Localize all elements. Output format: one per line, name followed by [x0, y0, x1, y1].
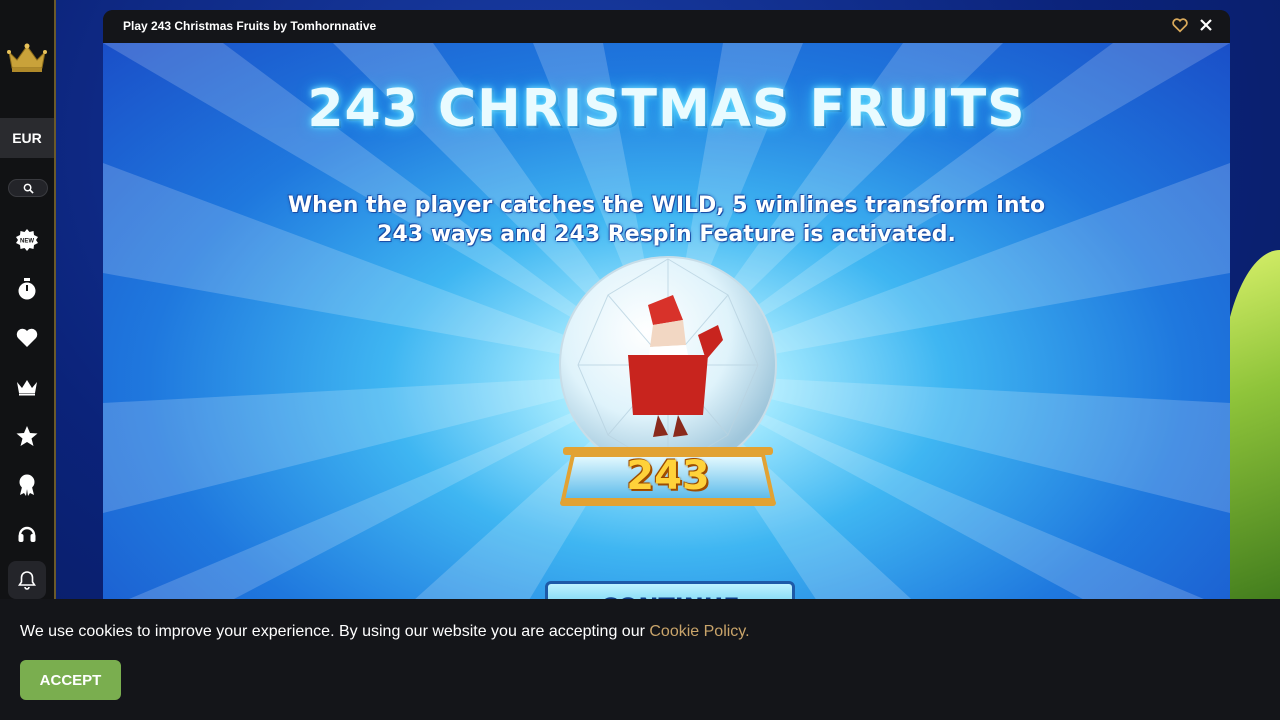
stopwatch-icon: [18, 278, 36, 300]
currency-selector[interactable]: EUR: [0, 118, 54, 158]
headset-icon: [18, 526, 36, 542]
sidebar-item-new[interactable]: NEW: [14, 227, 40, 253]
crown-icon: [17, 380, 37, 396]
search-icon: [23, 183, 34, 194]
cookie-policy-link[interactable]: Cookie Policy.: [649, 623, 749, 640]
close-button[interactable]: [1199, 18, 1217, 36]
sidebar-item-top[interactable]: [14, 423, 40, 449]
description-line-1: When the player catches the WILD, 5 winl…: [287, 193, 1046, 218]
heart-outline-icon: [1172, 18, 1188, 33]
game-modal: Play 243 Christmas Fruits by Tomhornnati…: [103, 10, 1230, 610]
sidebar-item-favorites[interactable]: [14, 325, 40, 351]
modal-header: Play 243 Christmas Fruits by Tomhornnati…: [103, 10, 1230, 43]
game-description: When the player catches the WILD, 5 winl…: [273, 191, 1060, 249]
crown-logo-icon[interactable]: [7, 42, 47, 74]
star-icon: [16, 426, 38, 446]
close-icon: [1200, 19, 1212, 31]
modal-title: Play 243 Christmas Fruits by Tomhornnati…: [123, 19, 377, 33]
award-ribbon-icon: [19, 474, 35, 496]
sidebar-item-support[interactable]: [14, 521, 40, 547]
bell-icon: [18, 571, 36, 590]
cookie-text: We use cookies to improve your experienc…: [20, 623, 650, 640]
cookie-message: We use cookies to improve your experienc…: [20, 623, 750, 641]
globe-number: 243: [626, 453, 710, 499]
game-canvas[interactable]: 243 CHRISTMAS FRUITS When the player cat…: [103, 43, 1230, 610]
description-line-2: 243 ways and 243 Respin Feature is activ…: [377, 222, 956, 247]
search-button[interactable]: [8, 179, 48, 197]
notifications-button[interactable]: [8, 561, 46, 599]
accept-cookies-button[interactable]: ACCEPT: [20, 660, 121, 700]
heart-icon: [16, 328, 38, 347]
cookie-banner: We use cookies to improve your experienc…: [0, 599, 1280, 720]
sidebar-item-recent[interactable]: [14, 276, 40, 302]
new-badge-icon: NEW: [16, 229, 38, 251]
sidebar-item-vip[interactable]: [14, 374, 40, 400]
sidebar-item-awards[interactable]: [14, 472, 40, 498]
svg-text:NEW: NEW: [20, 239, 34, 245]
game-title: 243 CHRISTMAS FRUITS: [307, 79, 1026, 139]
favorite-button[interactable]: [1172, 18, 1190, 36]
